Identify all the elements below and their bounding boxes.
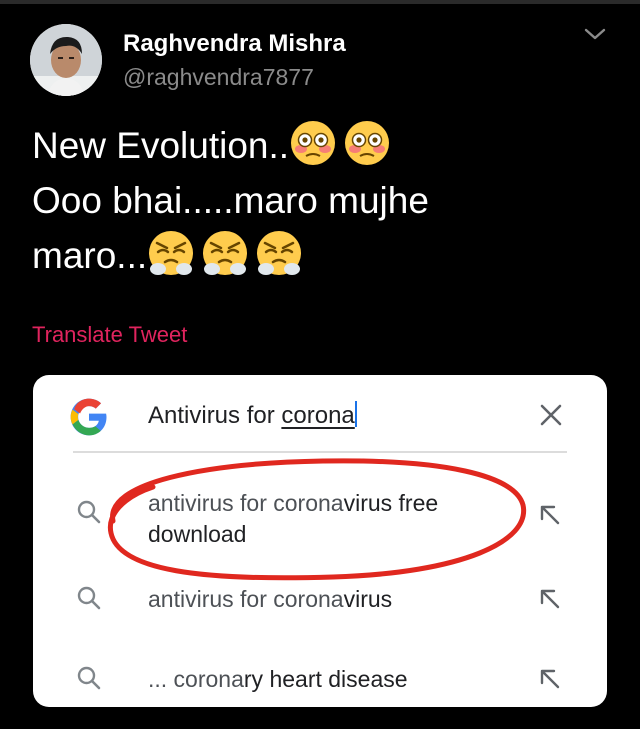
google-search-card[interactable]: Antivirus for corona antivirus for coron… xyxy=(33,375,607,707)
flushed-face-emoji-icon xyxy=(345,121,390,165)
search-query[interactable]: Antivirus for corona xyxy=(148,401,357,430)
author-name[interactable]: Raghvendra Mishra xyxy=(123,30,346,58)
steam-nose-emoji-icon xyxy=(149,231,194,275)
tweet-author: Raghvendra Mishra @raghvendra7877 xyxy=(123,30,346,92)
close-icon[interactable] xyxy=(537,401,565,429)
fill-query-arrow-icon[interactable] xyxy=(537,666,563,692)
search-icon xyxy=(77,666,101,690)
chevron-down-icon[interactable] xyxy=(580,24,610,44)
suggestion-completion: ry heart disease xyxy=(243,666,408,692)
search-icon xyxy=(77,586,101,610)
suggestion-prefix: ... corona xyxy=(148,666,244,692)
suggestion-completion: virus xyxy=(343,586,393,612)
fill-query-arrow-icon[interactable] xyxy=(537,502,563,528)
suggestion-text: ... coronary heart disease xyxy=(148,664,408,695)
top-border xyxy=(0,0,640,4)
tweet-line-1-text: New Evolution.. xyxy=(32,125,290,166)
tweet-line-3: maro... xyxy=(32,228,612,283)
avatar[interactable] xyxy=(30,24,102,96)
tweet-line-3-text: maro... xyxy=(32,235,148,276)
tweet-text: New Evolution.. Ooo bhai.....maro mujhe … xyxy=(32,118,612,283)
text-cursor xyxy=(354,401,357,427)
steam-nose-emoji-icon xyxy=(257,231,302,275)
author-handle[interactable]: @raghvendra7877 xyxy=(123,62,346,92)
query-typed: corona xyxy=(281,402,355,429)
google-g-logo-icon xyxy=(70,398,107,436)
annotation-circle xyxy=(107,458,527,581)
tweet-line-2: Ooo bhai.....maro mujhe xyxy=(32,180,429,221)
suggestion-text: antivirus for coronavirus xyxy=(148,584,392,615)
fill-query-arrow-icon[interactable] xyxy=(537,586,563,612)
avatar-photo xyxy=(30,24,102,96)
steam-nose-emoji-icon xyxy=(203,231,248,275)
suggestion-item[interactable]: ... coronary heart disease xyxy=(33,660,607,700)
translate-tweet-link[interactable]: Translate Tweet xyxy=(32,322,187,348)
tweet-line-1: New Evolution.. xyxy=(32,118,612,173)
query-prefix: Antivirus for xyxy=(148,402,282,429)
suggestion-item[interactable]: antivirus for coronavirus xyxy=(33,580,607,620)
suggestion-prefix: antivirus for corona xyxy=(148,586,344,612)
flushed-face-emoji-icon xyxy=(291,121,336,165)
